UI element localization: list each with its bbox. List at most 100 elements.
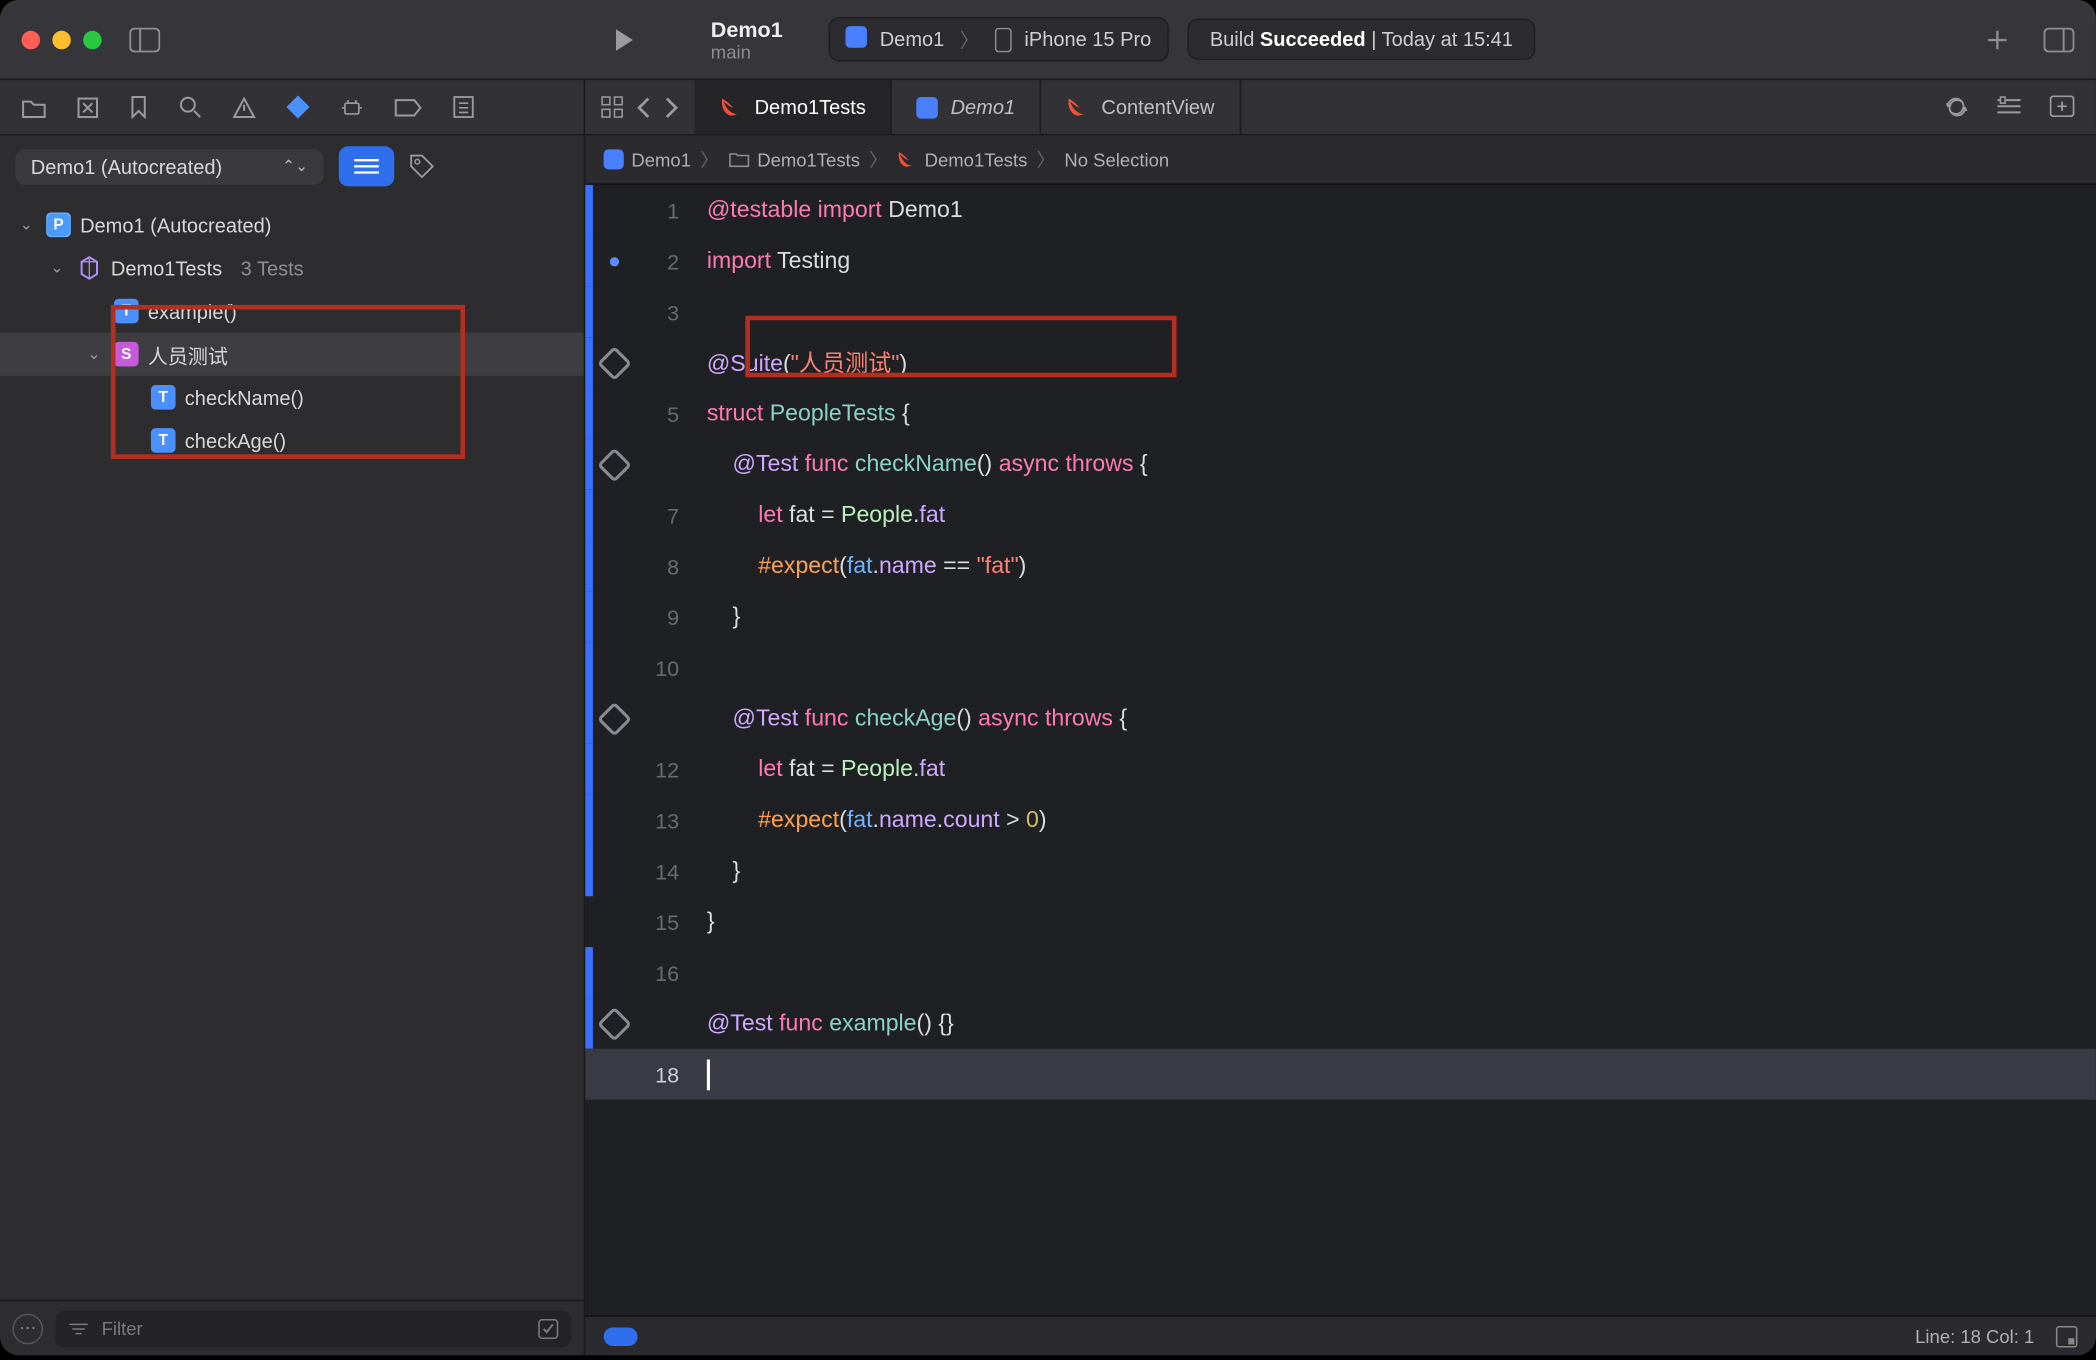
back-button[interactable] xyxy=(636,96,651,118)
crumb-selection[interactable]: No Selection xyxy=(1064,149,1169,171)
minimap-toggle[interactable] xyxy=(604,1327,638,1345)
editor-options-icon[interactable] xyxy=(1996,95,2022,118)
refresh-icon[interactable] xyxy=(1945,95,1968,118)
code-line[interactable]: 1@testable import Demo1 xyxy=(585,185,2096,236)
line-number: 14 xyxy=(636,859,698,884)
test-icon: T xyxy=(151,428,176,453)
gutter-dot-icon[interactable] xyxy=(593,256,636,265)
related-items-icon[interactable] xyxy=(601,95,624,118)
tree-test-example[interactable]: T example() xyxy=(0,290,584,333)
code-line[interactable]: 10 xyxy=(585,642,2096,693)
editor-tab-bar: Demo1Tests Demo1 ContentView xyxy=(585,80,2096,134)
chevron-right-icon: 〉 xyxy=(1037,146,1056,172)
navigator-selector xyxy=(0,80,585,134)
editor-tabs: Demo1Tests Demo1 ContentView xyxy=(695,80,1241,134)
tree-target[interactable]: ⌄ Demo1Tests 3 Tests xyxy=(0,246,584,289)
code-line[interactable]: @Suite("人员测试") xyxy=(585,337,2096,388)
source-control-navigator-icon[interactable] xyxy=(77,96,99,118)
code-line[interactable]: 12 let fat = People.fat xyxy=(585,744,2096,795)
code-line[interactable]: 15} xyxy=(585,896,2096,947)
run-test-gutter-icon[interactable] xyxy=(593,1011,636,1036)
library-icon[interactable] xyxy=(2044,27,2075,52)
jump-bar[interactable]: Demo1 〉 Demo1Tests 〉 Demo1Tests 〉 No Sel… xyxy=(585,136,2096,185)
chevron-down-icon[interactable]: ⌄ xyxy=(15,216,37,233)
test-navigator: Demo1 (Autocreated) ⌃⌄ ⌄ P Demo1 (Autocr… xyxy=(0,136,585,1356)
source-editor[interactable]: 1@testable import Demo1 2import Testing … xyxy=(585,185,2096,1315)
build-prefix: Build xyxy=(1210,28,1260,51)
build-result: Succeeded xyxy=(1260,28,1366,51)
run-test-gutter-icon[interactable] xyxy=(593,350,636,375)
scheme-selector[interactable]: Demo1 〉 iPhone 15 Pro xyxy=(829,17,1168,62)
test-navigator-icon[interactable] xyxy=(286,95,309,118)
crumb-folder[interactable]: Demo1Tests xyxy=(728,149,860,171)
code-line-current[interactable]: 18 xyxy=(585,1049,2096,1100)
crumb-project[interactable]: Demo1 xyxy=(604,149,691,171)
swift-icon xyxy=(719,95,742,118)
test-icon: T xyxy=(151,385,176,410)
tag-filter-icon[interactable] xyxy=(410,154,435,179)
report-navigator-icon[interactable] xyxy=(453,95,475,118)
filter-status-icon[interactable] xyxy=(537,1317,559,1339)
run-test-gutter-icon[interactable] xyxy=(593,452,636,477)
filter-scope-icon xyxy=(68,1321,90,1336)
swift-icon xyxy=(1066,95,1089,118)
code-line[interactable]: 2import Testing xyxy=(585,236,2096,287)
issue-navigator-icon[interactable] xyxy=(233,96,256,118)
filter-field[interactable]: Filter xyxy=(55,1310,571,1347)
code-line[interactable]: 16 xyxy=(585,947,2096,998)
activity-viewer[interactable]: Build Succeeded | Today at 15:41 xyxy=(1187,18,1536,60)
scheme-separator: 〉 xyxy=(960,25,980,54)
minimize-window-button[interactable] xyxy=(52,30,70,48)
code-line[interactable]: 7 let fat = People.fat xyxy=(585,490,2096,541)
code-line[interactable]: 3 xyxy=(585,286,2096,337)
code-line[interactable]: 14 } xyxy=(585,845,2096,896)
editor-layout-icon[interactable] xyxy=(2056,1325,2078,1347)
test-plan-name: Demo1 (Autocreated) xyxy=(31,155,222,178)
sidebar-toggle-icon[interactable] xyxy=(129,27,160,52)
tree-label: checkAge() xyxy=(185,429,286,452)
tree-suite[interactable]: ⌄ S 人员测试 xyxy=(0,333,584,376)
zoom-window-button[interactable] xyxy=(83,30,101,48)
run-test-gutter-icon[interactable] xyxy=(593,706,636,731)
tree-testplan[interactable]: ⌄ P Demo1 (Autocreated) xyxy=(0,203,584,246)
close-window-button[interactable] xyxy=(22,30,40,48)
line-number: 12 xyxy=(636,757,698,782)
crumb-file[interactable]: Demo1Tests xyxy=(897,149,1027,171)
find-navigator-icon[interactable] xyxy=(179,95,202,118)
project-icon xyxy=(604,149,624,169)
code-line[interactable]: 13 #expect(fat.name.count > 0) xyxy=(585,795,2096,846)
tab-contentview[interactable]: ContentView xyxy=(1041,80,1240,134)
code-line[interactable]: @Test func checkAge() async throws { xyxy=(585,693,2096,744)
tree-test-checkage[interactable]: T checkAge() xyxy=(0,419,584,462)
chevron-right-icon: 〉 xyxy=(869,146,888,172)
project-info[interactable]: Demo1 main xyxy=(711,16,783,62)
code-line[interactable]: @Test func example() {} xyxy=(585,998,2096,1049)
crumb-label: No Selection xyxy=(1064,149,1169,171)
test-plan-dropdown[interactable]: Demo1 (Autocreated) ⌃⌄ xyxy=(15,149,323,184)
code-line[interactable]: 9 } xyxy=(585,591,2096,642)
project-navigator-icon[interactable] xyxy=(22,96,47,118)
add-editor-icon[interactable] xyxy=(2050,95,2075,118)
code-line[interactable]: @Test func checkName() async throws { xyxy=(585,439,2096,490)
code-line[interactable]: 5struct PeopleTests { xyxy=(585,388,2096,439)
bookmark-navigator-icon[interactable] xyxy=(129,95,147,118)
editor-area: Demo1 〉 Demo1Tests 〉 Demo1Tests 〉 No Sel… xyxy=(585,136,2096,1356)
tree-label: checkName() xyxy=(185,386,304,409)
breakpoint-navigator-icon[interactable] xyxy=(394,98,422,116)
filter-menu-icon[interactable]: ⋯ xyxy=(12,1313,43,1344)
tab-demo1tests[interactable]: Demo1Tests xyxy=(695,80,893,134)
forward-button[interactable] xyxy=(664,96,679,118)
chevron-down-icon[interactable]: ⌄ xyxy=(46,259,68,276)
filter-placeholder: Filter xyxy=(102,1317,143,1339)
test-nav-header: Demo1 (Autocreated) ⌃⌄ xyxy=(0,136,584,198)
line-number: 18 xyxy=(636,1062,698,1087)
tab-demo1[interactable]: Demo1 xyxy=(892,80,1041,134)
debug-navigator-icon[interactable] xyxy=(340,95,363,118)
main-split: Demo1 (Autocreated) ⌃⌄ ⌄ P Demo1 (Autocr… xyxy=(0,136,2096,1356)
view-mode-toggle[interactable] xyxy=(339,146,394,186)
run-button[interactable] xyxy=(609,25,637,53)
tree-test-checkname[interactable]: T checkName() xyxy=(0,376,584,419)
chevron-down-icon[interactable]: ⌄ xyxy=(83,346,105,363)
code-line[interactable]: 8 #expect(fat.name == "fat") xyxy=(585,541,2096,592)
add-icon[interactable] xyxy=(1985,27,2010,52)
